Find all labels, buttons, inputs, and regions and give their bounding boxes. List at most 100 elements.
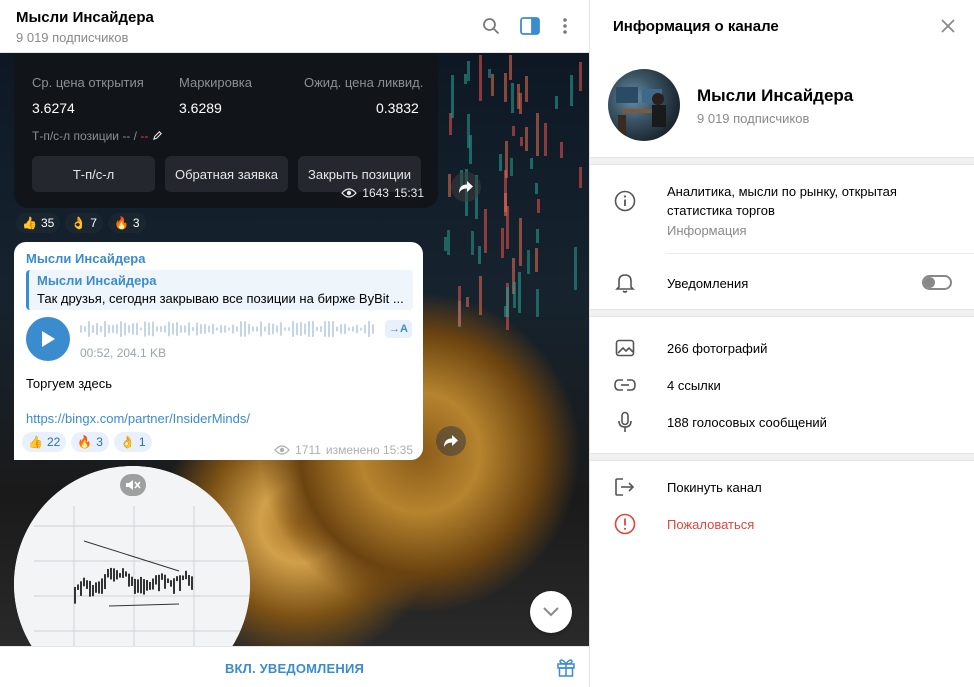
message-time: 15:31 [393,186,424,200]
reaction-fire[interactable]: 🔥 3 [71,432,109,452]
leave-icon [613,475,637,499]
voice-waveform[interactable] [80,320,378,338]
trade-screenshot[interactable]: Ср. цена открытия Маркировка Ожид. цена … [14,53,438,208]
thumbs-up-icon: 👍 [22,216,37,230]
candle [167,578,169,584]
background-bar [478,54,482,102]
notifications-toggle[interactable] [922,275,952,290]
waveform-bar [252,326,254,332]
background-bar [484,208,488,254]
candle [161,573,163,580]
background-bar [478,246,482,264]
reaction-thumbs-up[interactable]: 👍 22 [22,432,67,452]
waveform-bar [124,322,126,336]
waveform-bar [104,320,106,338]
message-link[interactable]: https://bingx.com/partner/InsiderMinds/ [26,411,250,426]
candle [164,574,166,589]
leave-channel-button[interactable]: Покинуть канал [667,480,762,495]
waveform-bar [264,326,266,332]
forward-button[interactable] [436,426,466,456]
share-arrow-icon [444,435,458,447]
forward-button[interactable] [451,172,481,202]
waveform-bar [120,320,122,338]
reaction-thumbs-up[interactable]: 👍 35 [16,213,61,233]
waveform-bar [344,323,346,335]
background-bar [569,75,573,106]
chat-header[interactable]: Мысли Инсайдера 9 019 подписчиков [0,0,589,53]
waveform-bar [116,324,118,334]
report-button[interactable]: Пожаловаться [667,517,754,532]
waveform-bar [256,326,258,332]
candle [137,579,139,593]
transcribe-button[interactable]: →A [385,320,412,338]
enable-notifications-button[interactable]: ВКЛ. УВЕДОМЛЕНИЯ [0,661,589,676]
reply-quote[interactable]: Мысли Инсайдера Так друзья, сегодня закр… [26,270,413,310]
background-bar [537,198,541,214]
waveform-bar [296,322,298,336]
message-text: Торгуем здесь [26,376,113,391]
candle [95,582,97,593]
media-voice[interactable]: 188 голосовых сообщений [667,415,827,430]
candle [101,578,103,594]
waveform-bar [360,327,362,331]
toggle-sidebar-button[interactable] [518,14,542,38]
reaction-ok-hand[interactable]: 👌 7 [65,213,103,233]
fire-icon: 🔥 [113,216,129,230]
candle [125,571,127,577]
waveform-bar [312,320,314,338]
waveform-bar [308,320,310,338]
reaction-count: 22 [46,435,61,449]
message-author[interactable]: Мысли Инсайдера [26,251,145,266]
waveform-bar [212,323,214,335]
background-bar [490,73,494,96]
waveform-bar [292,320,294,338]
tpsl-value: -- [140,129,149,143]
more-menu-button[interactable] [553,14,577,38]
play-button[interactable] [26,317,70,361]
liq-price-value: 0.3832 [376,100,419,116]
candle [86,580,88,589]
waveform-bar [300,321,302,337]
waveform-bar [184,325,186,333]
channel-info-panel: Информация о канале Мысли Инсайдера 9 01… [589,0,974,687]
reaction-fire[interactable]: 🔥 3 [107,213,146,233]
waveform-bar [168,321,170,337]
background-bar [554,95,558,110]
bell-icon [613,271,637,295]
candle [191,576,193,590]
reaction-ok-hand[interactable]: 👌 1 [113,432,152,452]
media-photos[interactable]: 266 фотографий [667,341,767,356]
photo-icon [613,336,637,360]
gift-icon[interactable] [556,657,576,677]
chat-title[interactable]: Мысли Инсайдера [16,9,154,26]
reaction-count: 3 [96,435,103,449]
background-bar [451,74,455,118]
channel-avatar[interactable] [608,69,680,141]
waveform-bar [156,326,158,332]
waveform-bar [236,326,238,332]
background-bar [535,228,539,244]
message-bubble[interactable]: Мысли Инсайдера Мысли Инсайдера Так друз… [14,242,423,460]
candle [185,570,187,580]
waveform-bar [148,322,150,336]
waveform-bar [224,325,226,333]
waveform-bar [80,325,82,333]
waveform-bar [220,324,222,334]
background-bar [519,92,523,115]
waveform-bar [200,323,202,335]
view-count: 1643 [362,186,389,200]
background-bar [465,297,469,308]
scroll-down-button[interactable] [530,591,572,633]
waveform-bar [356,324,358,334]
tpsl-position: Т-п/с-л позиции -- / -- [32,129,163,143]
background-bar [443,236,447,251]
mute-button[interactable] [120,474,146,496]
search-button[interactable] [479,14,503,38]
channel-description: Аналитика, мысли по рынку, открытая стат… [667,184,897,218]
media-links[interactable]: 4 ссылки [667,378,721,393]
section-separator [590,453,974,461]
chat-subtitle: 9 019 подписчиков [16,30,129,45]
avg-open-price-value: 3.6274 [32,100,75,116]
waveform-bar [304,323,306,335]
close-icon[interactable] [938,16,958,36]
